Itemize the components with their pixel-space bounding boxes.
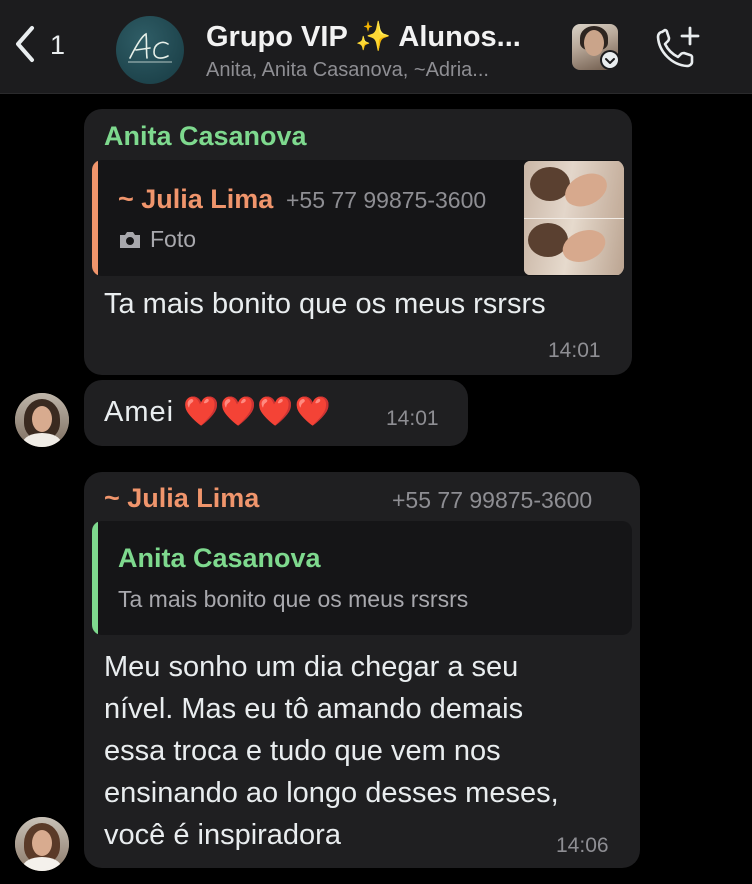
quoted-sender: Anita Casanova (118, 543, 321, 573)
message-bubble[interactable]: Amei ❤️❤️❤️❤️ 14:01 (84, 380, 468, 446)
group-avatar[interactable] (116, 16, 184, 84)
chat-area: Anita Casanova ~ Julia Lima +55 77 99875… (0, 94, 752, 884)
sender-avatar[interactable] (15, 817, 69, 871)
add-call-icon (656, 26, 700, 68)
unread-count: 1 (50, 29, 66, 60)
video-call-dropdown[interactable] (600, 50, 620, 70)
quoted-phone: +55 77 99875-3600 (286, 187, 487, 213)
message-time: 14:06 (556, 834, 609, 857)
quoted-sender: ~ Julia Lima (118, 184, 274, 214)
quoted-media-label: Foto (118, 226, 196, 253)
camera-icon (120, 231, 140, 248)
sender-phone: +55 77 99875-3600 (392, 487, 593, 513)
chevron-left-icon (16, 26, 34, 62)
back-button[interactable]: 1 (14, 24, 65, 64)
message-text: Meu sonho um dia chegar a seu nível. Mas… (104, 651, 559, 851)
chat-title[interactable]: Grupo VIP ✨ Alunos... (206, 20, 551, 54)
quoted-message[interactable]: ~ Julia Lima +55 77 99875-3600 Foto (92, 160, 624, 276)
message-text: Ta mais bonito que os meus rsrsrs (104, 288, 546, 320)
message-time: 14:01 (548, 339, 601, 362)
quoted-text: Ta mais bonito que os meus rsrsrs (118, 586, 469, 612)
message-text: Amei ❤️❤️❤️❤️ (104, 396, 332, 428)
message-bubble[interactable]: ~ Julia Lima +55 77 99875-3600 Anita Cas… (84, 472, 640, 868)
sender-avatar[interactable] (15, 393, 69, 447)
message-time: 14:01 (386, 407, 439, 430)
message-sender: Anita Casanova (104, 121, 307, 151)
chevron-down-icon (602, 52, 618, 68)
quoted-photo-thumbnail[interactable] (524, 161, 624, 275)
quoted-message[interactable]: Anita Casanova Ta mais bonito que os meu… (92, 521, 632, 635)
chat-participants[interactable]: Anita, Anita Casanova, ~Adria... (206, 59, 551, 82)
message-bubble[interactable]: Anita Casanova ~ Julia Lima +55 77 99875… (84, 109, 632, 375)
chat-header: 1 Grupo VIP ✨ Alunos... Anita, Anita Cas… (0, 0, 752, 94)
add-call-button[interactable] (654, 26, 702, 75)
group-logo (128, 32, 172, 63)
message-sender: ~ Julia Lima (104, 483, 260, 513)
